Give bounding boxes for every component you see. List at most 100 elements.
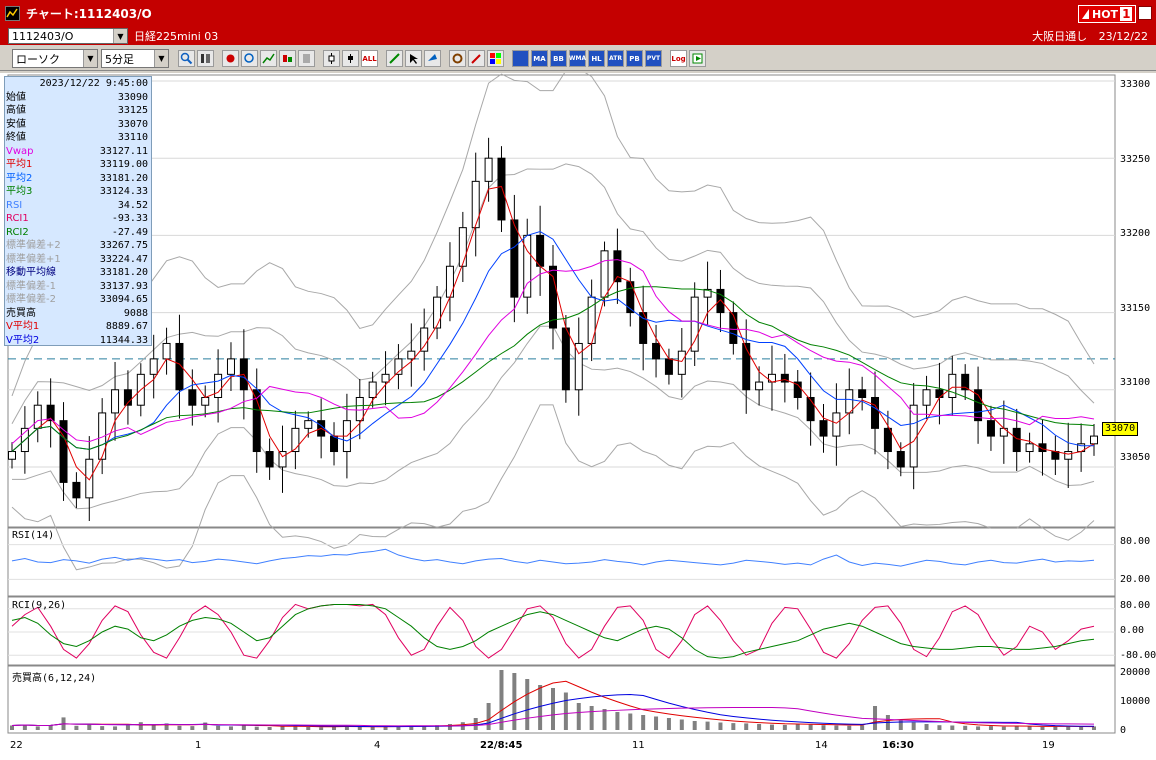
symbol-select[interactable]: 1112403/O ▼: [8, 28, 128, 44]
info-label: V平均1: [6, 321, 40, 332]
export-icon[interactable]: [689, 50, 706, 67]
chart-type-select[interactable]: ローソク ▼: [12, 49, 98, 68]
volume-bar: [1053, 726, 1058, 730]
search-chart-icon[interactable]: [241, 50, 258, 67]
hot-label: HOT: [1092, 7, 1119, 21]
info-value: 33094.65: [99, 294, 148, 305]
grid-icon[interactable]: [512, 50, 529, 67]
hot-button[interactable]: HOT 1: [1078, 5, 1136, 23]
info-row: 平均2 33181.20: [5, 172, 151, 186]
ma-icon[interactable]: MA: [531, 50, 548, 67]
info-row: 平均3 33124.33: [5, 185, 151, 199]
pen-icon[interactable]: [386, 50, 403, 67]
info-label: 平均3: [6, 186, 33, 197]
info-label: Vwap: [6, 145, 34, 157]
compare-icon[interactable]: [279, 50, 296, 67]
candle-body: [510, 219, 519, 298]
rsi-line: [11, 548, 1095, 567]
candle-body: [8, 451, 16, 460]
volume-bar: [551, 688, 555, 730]
info-value: 33181.20: [99, 172, 148, 184]
arrow-icon[interactable]: [424, 50, 441, 67]
tools-icon[interactable]: [468, 50, 485, 67]
candle-body: [677, 350, 686, 375]
candle-body: [497, 157, 506, 221]
candle-icon[interactable]: [323, 50, 340, 67]
rsi-pane-label: RSI(14): [12, 530, 55, 541]
candle-body: [561, 327, 570, 391]
candle-body: [549, 265, 557, 329]
info-row: 標準偏差-2 33094.65: [5, 293, 151, 307]
price-tick: 33050: [1120, 452, 1151, 463]
volume-bar: [319, 727, 324, 730]
candle-body: [767, 373, 776, 383]
time-tick: 22: [10, 740, 23, 751]
color-icon[interactable]: [487, 50, 504, 67]
chart-canvas[interactable]: [0, 73, 1156, 760]
window-close-button[interactable]: [1138, 6, 1152, 20]
volume-bar: [125, 725, 130, 730]
info-label: 標準偏差-1: [6, 280, 56, 292]
settings-icon[interactable]: [449, 50, 466, 67]
info-value: 33137.93: [99, 280, 148, 292]
volume-bar: [950, 725, 955, 730]
window-titlebar[interactable]: チャート:1112403/O HOT 1: [0, 0, 1156, 27]
pvt-icon[interactable]: PVT: [645, 50, 662, 67]
candle-body: [291, 427, 300, 453]
flag-icon: [1082, 9, 1089, 19]
chevron-down-icon[interactable]: ▼: [113, 29, 127, 43]
volume-bar: [151, 725, 156, 730]
volume-bar: [1001, 726, 1006, 730]
log-icon[interactable]: Log: [670, 50, 687, 67]
info-value: 33125: [117, 105, 148, 116]
volume-bar: [267, 727, 272, 730]
atr-icon[interactable]: ATR: [607, 50, 624, 67]
volume-bar: [486, 703, 491, 730]
wma-icon[interactable]: WMA: [569, 50, 586, 67]
info-row: 高値 33125: [5, 104, 151, 118]
volume-bar: [357, 727, 362, 730]
trend-icon[interactable]: [260, 50, 277, 67]
volume-bar: [190, 726, 195, 730]
zoom-icon[interactable]: [178, 50, 195, 67]
pb-icon[interactable]: PB: [626, 50, 643, 67]
time-tick: 14: [815, 740, 828, 751]
volume-bar: [963, 725, 968, 730]
volume-bar: [988, 726, 993, 730]
candle-body: [574, 342, 583, 391]
chevron-down-icon[interactable]: ▼: [83, 50, 97, 67]
volume-bar: [769, 724, 774, 730]
hl-icon[interactable]: HL: [588, 50, 605, 67]
all-icon[interactable]: ALL: [361, 50, 378, 67]
info-row: 平均1 33119.00: [5, 158, 151, 172]
plusminus-icon[interactable]: [342, 50, 359, 67]
candle-body: [806, 396, 815, 422]
volume-bar: [602, 709, 607, 730]
session-label: 大阪日通し: [1032, 30, 1088, 43]
period-select[interactable]: 5分足 ▼: [101, 49, 169, 68]
info-label: 安値: [6, 118, 26, 130]
info-row: RCI1 -93.33: [5, 212, 151, 226]
volume-bar: [1040, 727, 1045, 730]
candle-body: [845, 389, 854, 414]
candle-body: [1090, 435, 1098, 445]
volume-bar: [228, 726, 233, 730]
bb-icon[interactable]: BB: [550, 50, 567, 67]
cursor-icon[interactable]: [405, 50, 422, 67]
volume-bar: [976, 726, 981, 730]
info-label: V平均2: [6, 334, 40, 346]
chevron-down-icon[interactable]: ▼: [154, 50, 168, 67]
width-icon[interactable]: [197, 50, 214, 67]
info-row: 標準偏差+1 33224.47: [5, 253, 151, 267]
volume-bar: [615, 712, 620, 730]
price-tick: 33300: [1120, 79, 1151, 90]
info-row: 終値 33110: [5, 131, 151, 145]
info-label: RCI1: [6, 213, 29, 224]
current-price-tag: 33070: [1102, 422, 1139, 436]
bookmark-icon[interactable]: [222, 50, 239, 67]
info-value: 11344.33: [99, 334, 148, 346]
volume-bar: [705, 721, 710, 730]
delete-icon[interactable]: [298, 50, 315, 67]
candle-body: [652, 342, 661, 360]
time-tick: 22/8:45: [480, 740, 523, 751]
